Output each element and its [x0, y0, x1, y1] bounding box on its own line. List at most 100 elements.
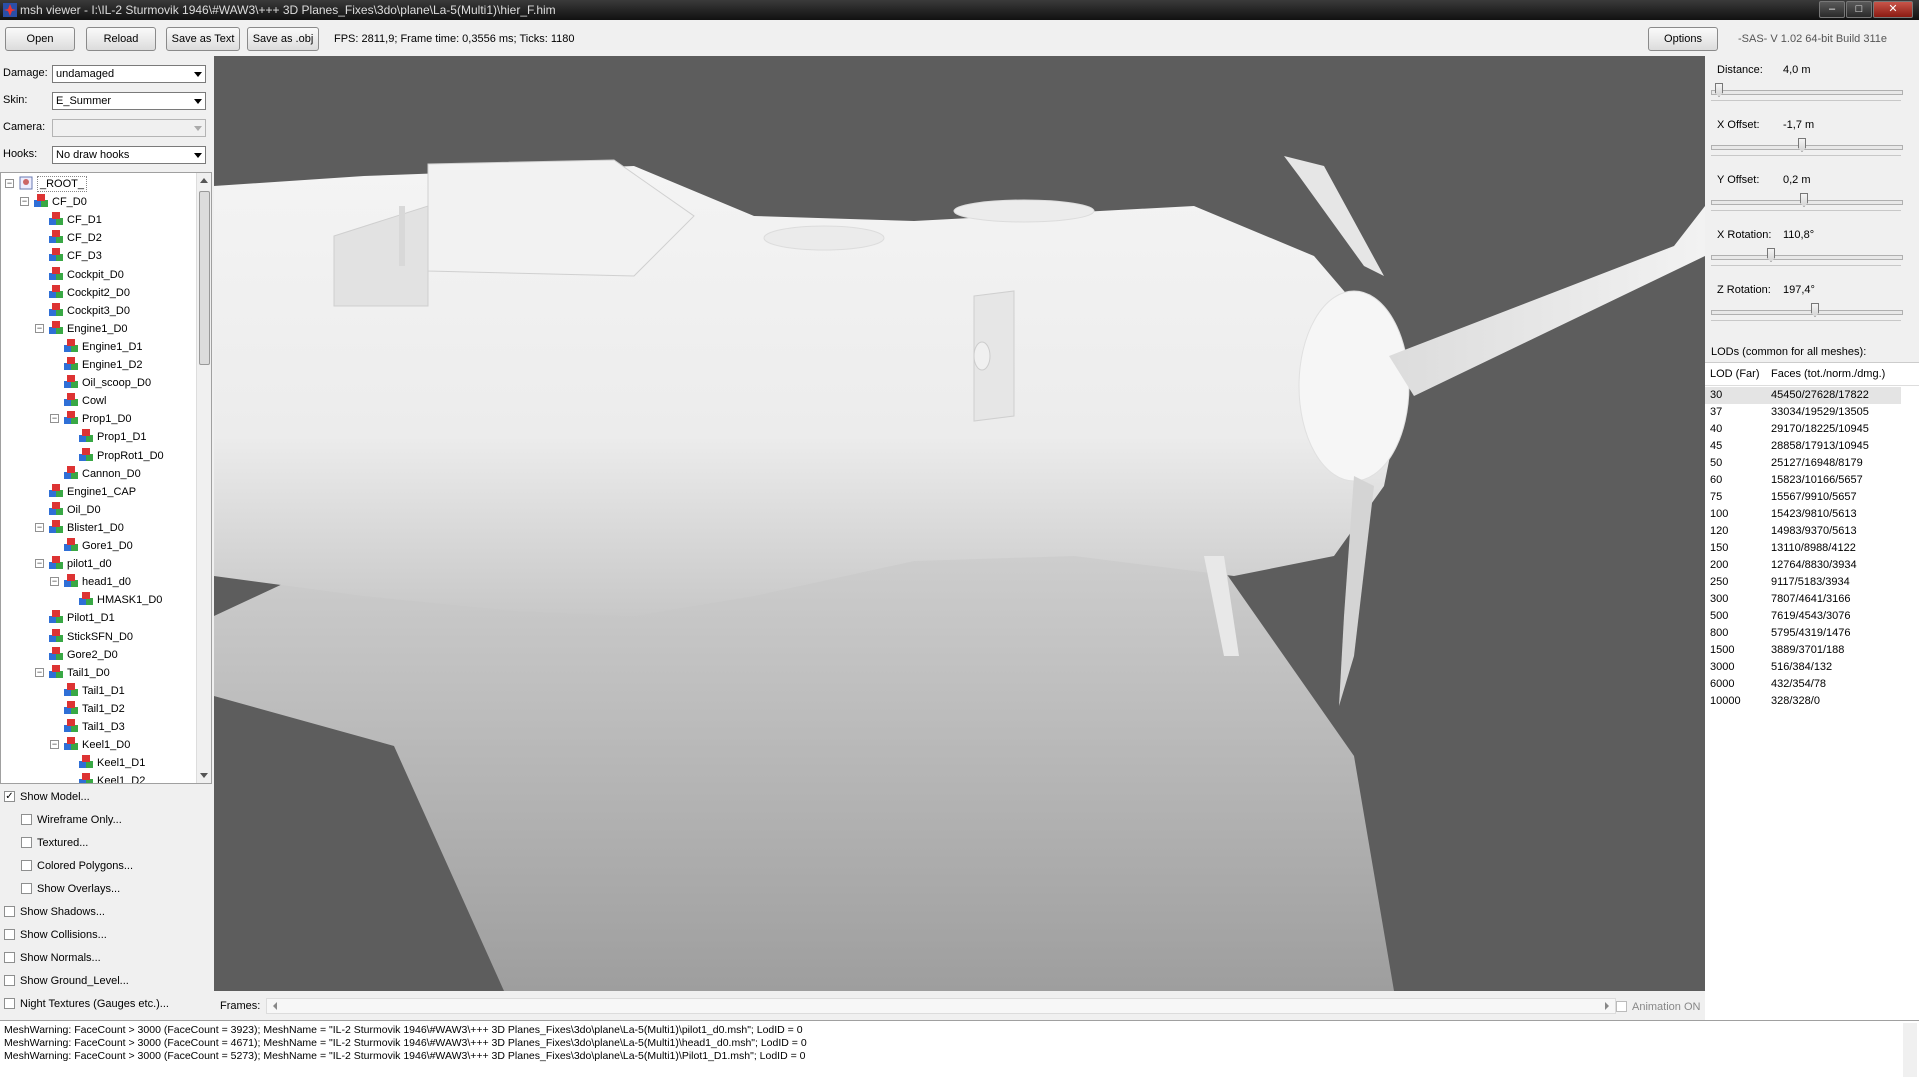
- 3d-viewport[interactable]: [214, 56, 1705, 991]
- lod-table[interactable]: LOD (Far) Faces (tot./norm./dmg.) 30 4545…: [1705, 362, 1919, 1021]
- scroll-down-icon[interactable]: [200, 773, 208, 778]
- collapse-icon[interactable]: −: [50, 740, 59, 750]
- collapse-icon[interactable]: −: [50, 577, 59, 587]
- save-as-obj-button[interactable]: Save as .obj: [247, 27, 319, 51]
- mesh-node-icon: [49, 230, 63, 244]
- mesh-node-icon: [49, 212, 63, 226]
- lod-row[interactable]: 50 25127/16948/8179: [1705, 455, 1901, 472]
- lod-row[interactable]: 40 29170/18225/10945: [1705, 421, 1901, 438]
- lod-row[interactable]: 500 7619/4543/3076: [1705, 608, 1901, 625]
- lod-value: 100: [1710, 508, 1729, 520]
- faces-value: 15567/9910/5657: [1771, 491, 1857, 503]
- lod-row[interactable]: 150 13110/8988/4122: [1705, 540, 1901, 557]
- lod-row[interactable]: 300 7807/4641/3166: [1705, 591, 1901, 608]
- mesh-node-icon: [64, 465, 78, 479]
- tree-item-label: Keel1_D2: [97, 775, 146, 784]
- collapse-icon[interactable]: −: [35, 323, 44, 333]
- slider-value: 0,2 m: [1783, 174, 1811, 186]
- checked-checkbox-icon[interactable]: ✓: [4, 791, 15, 802]
- slider[interactable]: [1711, 192, 1903, 212]
- version-label: -SAS- V 1.02 64-bit Build 311e: [1738, 33, 1887, 45]
- lod-row[interactable]: 10000 328/328/0: [1705, 693, 1901, 710]
- open-button[interactable]: Open: [5, 27, 75, 51]
- lod-row[interactable]: 6000 432/354/78: [1705, 676, 1901, 693]
- checkbox-icon[interactable]: [4, 975, 15, 986]
- mesh-node-icon: [49, 610, 63, 624]
- collapse-icon[interactable]: −: [5, 179, 14, 188]
- reload-button[interactable]: Reload: [86, 27, 156, 51]
- checkbox-icon[interactable]: [21, 837, 32, 848]
- save-as-text-button[interactable]: Save as Text: [166, 27, 240, 51]
- checkbox-icon[interactable]: [21, 814, 32, 825]
- faces-value: 33034/19529/13505: [1771, 406, 1869, 418]
- mesh-node-icon: [64, 375, 78, 389]
- collapse-icon[interactable]: −: [35, 667, 44, 677]
- slider[interactable]: [1711, 137, 1903, 157]
- mesh-node-icon: [64, 411, 78, 425]
- lod-row[interactable]: 200 12764/8830/3934: [1705, 557, 1901, 574]
- scroll-up-icon[interactable]: [200, 178, 208, 183]
- collapse-icon[interactable]: −: [35, 559, 44, 569]
- skin-select[interactable]: E_Summer: [52, 92, 206, 110]
- tree-item-label: _ROOT_: [37, 176, 88, 192]
- checkbox-icon[interactable]: [4, 929, 15, 940]
- checkbox-icon[interactable]: [4, 952, 15, 963]
- tree-scrollbar[interactable]: [196, 173, 211, 783]
- mesh-node-icon: [64, 338, 78, 352]
- lod-value: 6000: [1710, 678, 1735, 690]
- slider[interactable]: [1711, 302, 1903, 322]
- title-bar: msh viewer - I:\IL-2 Sturmovik 1946\#WAW…: [0, 0, 1919, 20]
- options-button[interactable]: Options: [1648, 27, 1718, 51]
- checkbox-label: Night Textures (Gauges etc.)...: [20, 998, 169, 1010]
- mesh-node-icon: [49, 519, 63, 533]
- lod-row[interactable]: 250 9117/5183/3934: [1705, 574, 1901, 591]
- lod-row[interactable]: 45 28858/17913/10945: [1705, 438, 1901, 455]
- minimize-button[interactable]: –: [1819, 1, 1845, 18]
- lod-row[interactable]: 3000 516/384/132: [1705, 659, 1901, 676]
- slider-value: -1,7 m: [1783, 119, 1815, 131]
- close-button[interactable]: ✕: [1873, 1, 1913, 18]
- scroll-thumb[interactable]: [199, 191, 210, 365]
- tree-item-label: head1_d0: [82, 576, 131, 589]
- collapse-icon[interactable]: −: [35, 522, 44, 532]
- scroll-left-icon[interactable]: [273, 1002, 277, 1010]
- mesh-node-icon: [64, 538, 78, 551]
- lod-row[interactable]: 60 15823/10166/5657: [1705, 472, 1901, 489]
- damage-select[interactable]: undamaged: [52, 65, 206, 83]
- checkbox-icon[interactable]: [4, 906, 15, 917]
- checkbox-icon[interactable]: [21, 860, 32, 871]
- frames-scrollbar[interactable]: [266, 998, 1616, 1014]
- slider[interactable]: [1711, 82, 1903, 102]
- lod-row[interactable]: 100 15423/9810/5613: [1705, 506, 1901, 523]
- checkbox-icon[interactable]: [4, 998, 15, 1009]
- camera-select[interactable]: [52, 119, 206, 137]
- mesh-tree[interactable]: − _ROOT_ − CF_D0 CF_D1 CF_D2 CF_D3 Cockpit_D0 Co…: [0, 172, 212, 784]
- lod-row[interactable]: 75 15567/9910/5657: [1705, 489, 1901, 506]
- animation-checkbox[interactable]: [1616, 1001, 1627, 1012]
- checkbox-label: Wireframe Only...: [37, 814, 122, 826]
- chevron-down-icon: [194, 126, 202, 131]
- lod-value: 250: [1710, 576, 1729, 588]
- maximize-button[interactable]: □: [1846, 1, 1872, 18]
- lod-row[interactable]: 37 33034/19529/13505: [1705, 404, 1901, 421]
- lod-value: 30: [1710, 389, 1723, 401]
- mesh-node-icon: [64, 393, 78, 407]
- faces-value: 516/384/132: [1771, 661, 1833, 673]
- lod-row[interactable]: 800 5795/4319/1476: [1705, 625, 1901, 642]
- tree-item-label: Gore2_D0: [67, 648, 118, 661]
- lod-value: 60: [1710, 474, 1723, 486]
- damage-select-value: undamaged: [56, 68, 115, 80]
- log-line: MeshWarning: FaceCount > 3000 (FaceCount…: [4, 1050, 806, 1062]
- checkbox-label: Textured...: [37, 837, 89, 849]
- scroll-right-icon[interactable]: [1605, 1002, 1609, 1010]
- mesh-node-icon: [79, 773, 93, 783]
- lod-row[interactable]: 30 45450/27628/17822: [1705, 387, 1901, 404]
- hooks-select[interactable]: No draw hooks: [52, 146, 206, 164]
- collapse-icon[interactable]: −: [50, 414, 59, 424]
- collapse-icon[interactable]: −: [20, 197, 29, 207]
- lod-row[interactable]: 120 14983/9370/5613: [1705, 523, 1901, 540]
- slider[interactable]: [1711, 247, 1903, 267]
- checkbox-icon[interactable]: [21, 883, 32, 894]
- log-scrollbar[interactable]: [1903, 1023, 1917, 1077]
- lod-row[interactable]: 1500 3889/3701/188: [1705, 642, 1901, 659]
